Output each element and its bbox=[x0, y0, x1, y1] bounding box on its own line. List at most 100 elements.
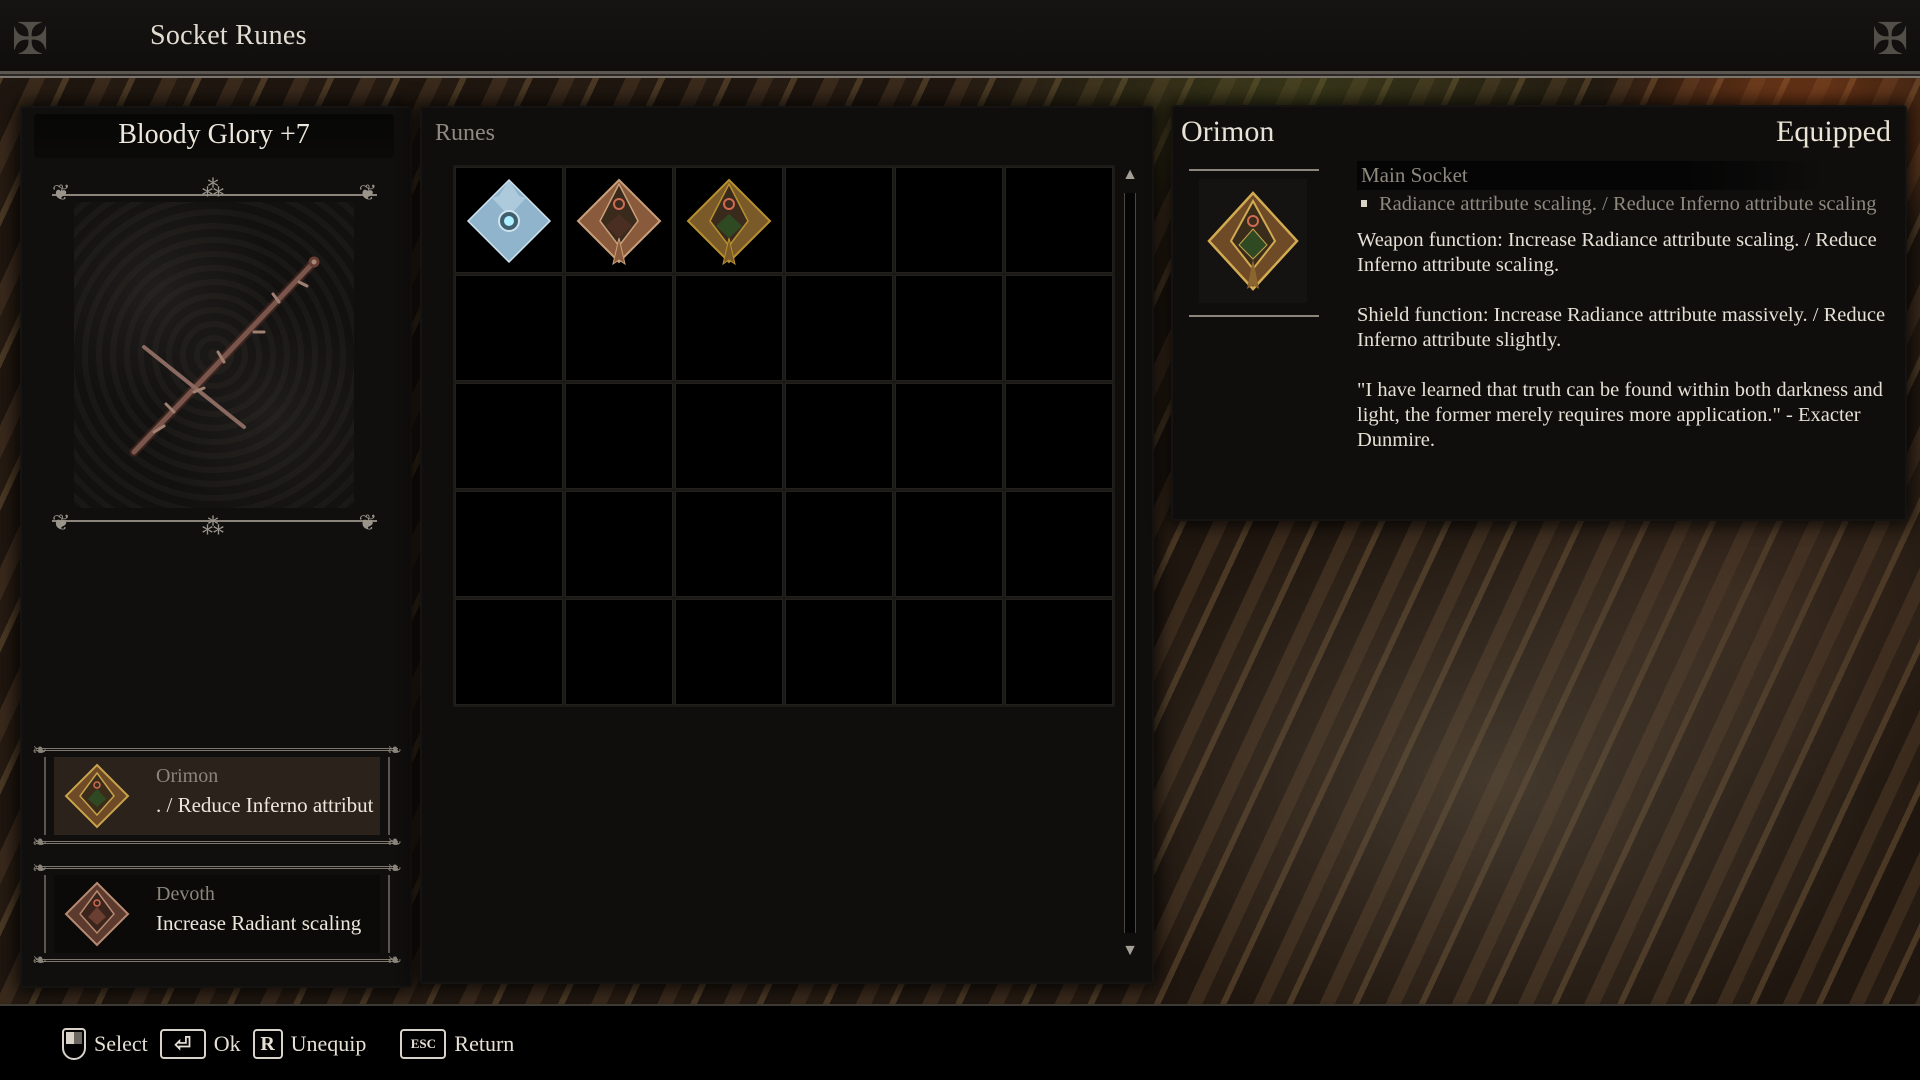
rune-slot[interactable] bbox=[895, 167, 1003, 273]
runes-panel-label: Runes bbox=[435, 120, 495, 146]
scroll-ornament-icon: ❧ bbox=[386, 950, 402, 970]
rune-slot[interactable] bbox=[1005, 167, 1113, 273]
rune-slot[interactable] bbox=[455, 167, 563, 273]
socket-type-label: Main Socket bbox=[1357, 161, 1827, 190]
equipped-status: Equipped bbox=[1776, 115, 1891, 148]
runes-scrollbar[interactable]: ▲ ▼ bbox=[1118, 163, 1142, 963]
thorn-crown-ornament-icon: ⁂ bbox=[202, 176, 224, 201]
rune-orimon-large-icon bbox=[1207, 191, 1299, 291]
socket-rune-description: Increase Radiant scaling bbox=[156, 911, 362, 935]
rune-slot[interactable] bbox=[1005, 275, 1113, 381]
rune-slot[interactable] bbox=[785, 167, 893, 273]
rune-slot[interactable] bbox=[895, 383, 1003, 489]
rune-ice-blue-icon bbox=[466, 178, 552, 264]
weapon-function-text: Weapon function: Increase Radiance attri… bbox=[1357, 229, 1877, 276]
rune-name: Orimon bbox=[1181, 115, 1275, 148]
scroll-ornament-icon: ❦ bbox=[52, 180, 71, 205]
rune-slot[interactable] bbox=[565, 167, 673, 273]
header-bar: ✠ Socket Runes ✠ bbox=[0, 0, 1920, 74]
footer-hints-bar: Select ⏎ Ok R Unequip ESC Return bbox=[0, 1004, 1920, 1080]
scroll-track[interactable] bbox=[1124, 193, 1136, 933]
scroll-ornament-icon: ❦ bbox=[358, 180, 377, 205]
scroll-ornament-icon: ❧ bbox=[32, 740, 48, 760]
runes-inventory-panel: Runes ▲ ▼ bbox=[422, 108, 1152, 982]
rune-slot[interactable] bbox=[1005, 491, 1113, 597]
hint-ok[interactable]: ⏎ Ok bbox=[159, 1029, 241, 1059]
scroll-down-arrow-icon[interactable]: ▼ bbox=[1118, 939, 1142, 963]
enter-key-icon: ⏎ bbox=[159, 1029, 206, 1059]
rune-description-block: Main Socket Radiance attribute scaling. … bbox=[1357, 161, 1897, 453]
rune-orimon-icon bbox=[64, 763, 130, 829]
rune-slot[interactable] bbox=[455, 599, 563, 705]
rune-slot[interactable] bbox=[455, 491, 563, 597]
socket-rune-name: Orimon bbox=[156, 765, 219, 787]
rune-devoth-icon bbox=[64, 881, 130, 947]
thorn-ornament-icon: ✠ bbox=[1871, 15, 1909, 64]
socket-rune-name: Devoth bbox=[156, 883, 215, 905]
hint-label: Ok bbox=[213, 1031, 241, 1056]
rune-slot[interactable] bbox=[895, 275, 1003, 381]
weapon-image bbox=[74, 202, 354, 508]
rune-slot[interactable] bbox=[1005, 383, 1113, 489]
rune-slot[interactable] bbox=[675, 599, 783, 705]
socket-rune-description: . / Reduce Inferno attribut bbox=[156, 793, 374, 817]
rune-slot[interactable] bbox=[675, 383, 783, 489]
frame-divider bbox=[1189, 315, 1319, 317]
scroll-ornament-icon: ❧ bbox=[386, 858, 402, 878]
thorned-sword-icon bbox=[129, 256, 320, 457]
rune-effect-summary: Radiance attribute scaling. / Reduce Inf… bbox=[1357, 193, 1897, 216]
mouse-left-click-icon bbox=[62, 1028, 86, 1060]
scroll-ornament-icon: ❧ bbox=[386, 740, 402, 760]
rune-slot[interactable] bbox=[785, 491, 893, 597]
thorn-cross-ornament-icon: ✠ bbox=[11, 15, 49, 64]
rune-slot[interactable] bbox=[785, 383, 893, 489]
rune-slot[interactable] bbox=[785, 599, 893, 705]
esc-key-icon: ESC bbox=[400, 1029, 447, 1059]
scroll-ornament-icon: ❧ bbox=[32, 832, 48, 852]
rune-slot[interactable] bbox=[785, 275, 893, 381]
socket-slot-devoth[interactable]: ❧ ❧ ❧ ❧ Devoth Increase Radiant scaling bbox=[32, 859, 402, 969]
hint-label: Select bbox=[94, 1031, 148, 1056]
socket-slot-orimon[interactable]: ❧ ❧ ❧ ❧ Orimon . / Reduce Inferno attrib… bbox=[32, 741, 402, 851]
rune-slot[interactable] bbox=[675, 275, 783, 381]
weapon-panel: Bloody Glory +7 ❦ ⁂ ❦ ❦ ⁂ ❦ ❧ ❧ ❧ ❧ Orim… bbox=[22, 108, 410, 986]
rune-slot[interactable] bbox=[895, 491, 1003, 597]
rune-bronze-icon bbox=[576, 178, 662, 266]
scroll-ornament-icon: ❦ bbox=[358, 510, 377, 535]
rune-icon-frame bbox=[1189, 163, 1319, 323]
lore-quote-text: "I have learned that truth can be found … bbox=[1357, 379, 1883, 451]
rune-effect-text: Radiance attribute scaling. / Reduce Inf… bbox=[1379, 193, 1877, 215]
rune-slot[interactable] bbox=[565, 491, 673, 597]
hint-label: Unequip bbox=[290, 1031, 367, 1056]
rune-details-panel: Orimon Equipped Main Socket Radiance att… bbox=[1173, 107, 1905, 519]
thorn-crown-ornament-icon: ⁂ bbox=[202, 514, 224, 539]
scroll-ornament-icon: ❦ bbox=[52, 510, 71, 535]
rune-slot[interactable] bbox=[565, 275, 673, 381]
hint-return[interactable]: ESC Return bbox=[400, 1029, 514, 1059]
weapon-title-bar: Bloody Glory +7 bbox=[34, 114, 394, 158]
scroll-up-arrow-icon[interactable]: ▲ bbox=[1118, 163, 1142, 187]
rune-slot[interactable] bbox=[1005, 599, 1113, 705]
rune-gold-green-icon bbox=[686, 178, 772, 266]
weapon-name: Bloody Glory +7 bbox=[118, 119, 310, 150]
rune-slot[interactable] bbox=[895, 599, 1003, 705]
hint-label: Return bbox=[454, 1031, 515, 1056]
scroll-ornament-icon: ❧ bbox=[32, 950, 48, 970]
rune-grid bbox=[453, 165, 1115, 707]
frame-divider bbox=[1189, 169, 1319, 171]
scroll-ornament-icon: ❧ bbox=[386, 832, 402, 852]
scroll-ornament-icon: ❧ bbox=[32, 858, 48, 878]
rune-slot[interactable] bbox=[675, 491, 783, 597]
control-hints: Select ⏎ Ok R Unequip ESC Return bbox=[62, 1028, 526, 1060]
weapon-image-frame: ❦ ⁂ ❦ ❦ ⁂ ❦ bbox=[52, 168, 377, 548]
rune-slot[interactable] bbox=[565, 383, 673, 489]
bullet-icon bbox=[1361, 200, 1367, 208]
hint-unequip[interactable]: R Unequip bbox=[252, 1029, 367, 1059]
hint-select[interactable]: Select bbox=[62, 1028, 148, 1060]
rune-slot[interactable] bbox=[455, 383, 563, 489]
page-title: Socket Runes bbox=[150, 20, 307, 51]
rune-slot[interactable] bbox=[455, 275, 563, 381]
shield-function-text: Shield function: Increase Radiance attri… bbox=[1357, 304, 1886, 351]
rune-slot[interactable] bbox=[675, 167, 783, 273]
rune-slot[interactable] bbox=[565, 599, 673, 705]
